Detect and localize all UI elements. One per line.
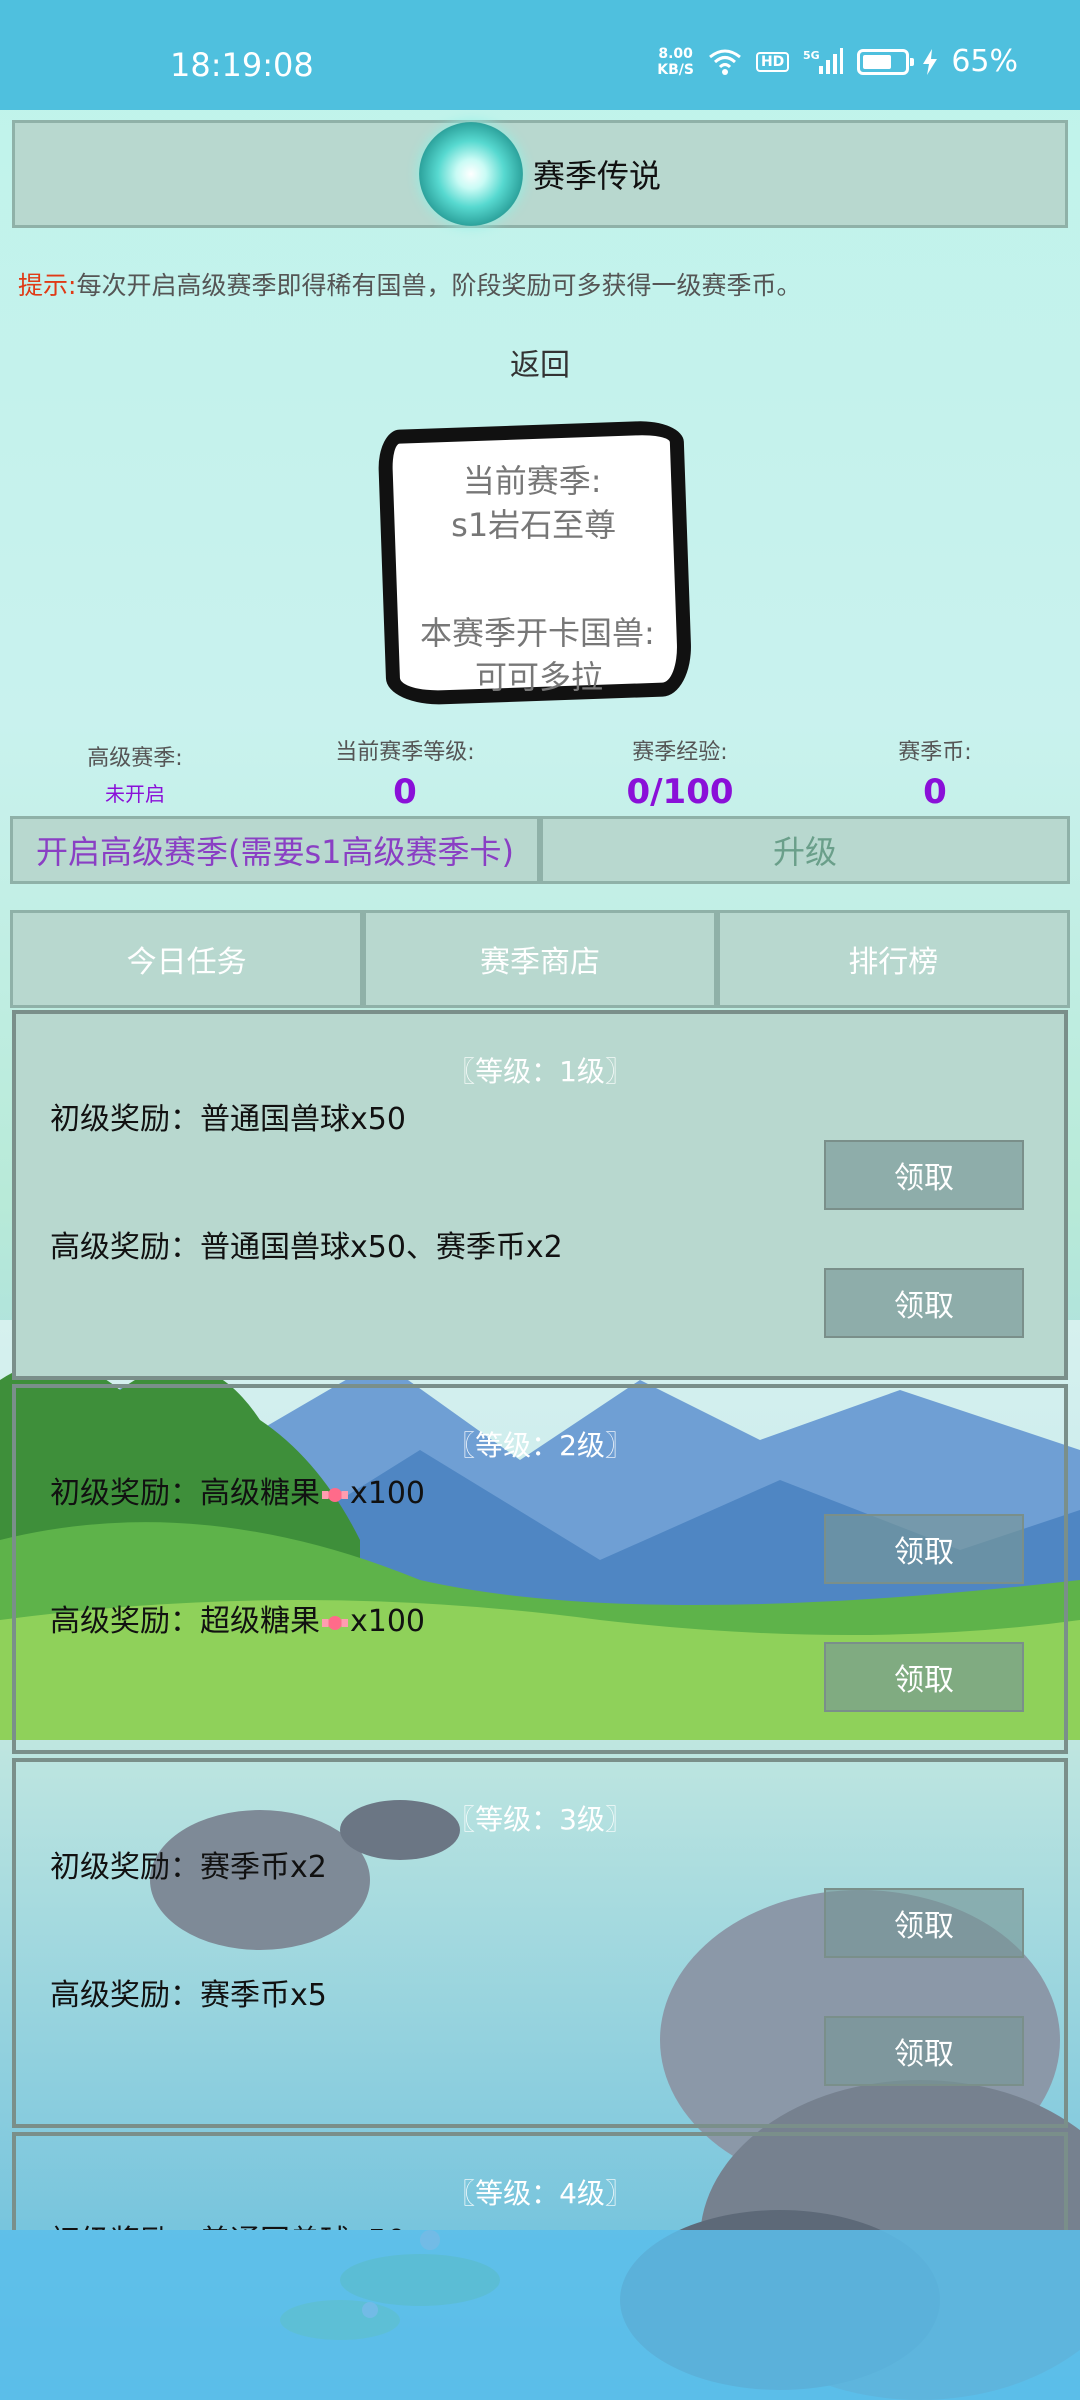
battery-icon xyxy=(857,48,915,75)
claim-basic-button[interactable]: 领取 xyxy=(824,1140,1024,1210)
claim-basic-button[interactable]: 领取 xyxy=(824,1888,1024,1958)
level-title: 〖等级：3级〗 xyxy=(447,1803,633,1836)
premium-reward: 高级奖励：赛季币x5 xyxy=(50,1978,327,2013)
current-season-value: s1岩石至尊 xyxy=(451,506,617,545)
wifi-icon xyxy=(708,49,742,75)
status-icons: 8.00 KB/S HD 5G 65% xyxy=(657,44,1018,79)
claim-basic-button[interactable]: 领取 xyxy=(824,1514,1024,1584)
level-block-3: 〖等级：3级〗 初级奖励：赛季币x2 领取 高级奖励：赛季币x5 领取 xyxy=(12,1758,1068,2128)
stat-level-value: 0 xyxy=(393,772,417,812)
signal-icon: 5G xyxy=(803,47,844,76)
basic-reward: 初级奖励：普通国兽球x50 xyxy=(50,2216,406,2230)
level-block-1: 〖等级：1级〗 初级奖励：普通国兽球x50 领取 高级奖励：普通国兽球x50、赛… xyxy=(12,1010,1068,1380)
level-title: 〖等级：1级〗 xyxy=(447,1055,633,1088)
stat-season-level: 当前赛季等级: 0 xyxy=(290,734,520,812)
level-block-4: 〖等级：4级〗 初级奖励：普通国兽球x50 xyxy=(12,2132,1068,2230)
page-title: 赛季传说 xyxy=(532,157,661,195)
premium-reward-text: 高级奖励：超级糖果 xyxy=(50,1604,320,1639)
charging-icon xyxy=(923,48,938,75)
tab-daily-tasks[interactable]: 今日任务 xyxy=(10,910,364,1008)
network-speed: 8.00 KB/S xyxy=(657,46,694,78)
tab-leaderboard[interactable]: 排行榜 xyxy=(716,910,1070,1008)
premium-reward: 高级奖励：超级糖果 x100 xyxy=(50,1596,425,1640)
stat-coins-label: 赛季币: xyxy=(898,740,972,765)
page-header: 赛季传说 xyxy=(12,120,1068,228)
premium-reward: 高级奖励：普通国兽球x50、赛季币x2 xyxy=(50,1230,563,1265)
season-beast-label: 本赛季开卡国兽: xyxy=(420,613,655,652)
stat-season-exp: 赛季经验: 0/100 xyxy=(580,734,780,812)
battery-percent: 65% xyxy=(951,44,1018,79)
season-info-card: 当前赛季: s1岩石至尊 本赛季开卡国兽: 可可多拉 xyxy=(377,419,693,707)
tip-text: 提示:每次开启高级赛季即得稀有国兽，阶段奖励可多获得一级赛季币。 xyxy=(18,266,801,302)
claim-premium-button[interactable]: 领取 xyxy=(824,1268,1024,1338)
basic-reward-text: 初级奖励：高级糖果 xyxy=(50,1476,320,1511)
network-speed-unit: KB/S xyxy=(657,61,694,78)
hd-icon: HD xyxy=(755,51,790,72)
stat-level-label: 当前赛季等级: xyxy=(335,740,475,765)
level-block-2: 〖等级：2级〗 初级奖励：高级糖果 x100 领取 高级奖励：超级糖果 x100 领… xyxy=(12,1384,1068,1754)
stat-premium-value: 未开启 xyxy=(105,782,165,806)
claim-premium-button[interactable]: 领取 xyxy=(824,1642,1024,1712)
basic-reward: 初级奖励：普通国兽球x50 xyxy=(50,1102,406,1137)
bottom-water-band xyxy=(0,2230,1080,2400)
candy-icon xyxy=(322,1486,348,1504)
stat-premium-season: 高级赛季: 未开启 xyxy=(60,740,210,807)
svg-text:5G: 5G xyxy=(803,49,820,62)
network-speed-value: 8.00 xyxy=(658,45,693,62)
upgrade-button[interactable]: 升级 xyxy=(540,816,1070,884)
open-premium-season-button[interactable]: 开启高级赛季(需要s1高级赛季卡) xyxy=(10,816,540,884)
status-time: 18:19:08 xyxy=(170,46,314,84)
season-beast-value: 可可多拉 xyxy=(474,657,603,696)
tip-label: 提示: xyxy=(18,271,77,300)
tab-season-shop[interactable]: 赛季商店 xyxy=(363,910,717,1008)
stat-exp-label: 赛季经验: xyxy=(632,740,728,765)
season-emblem-icon xyxy=(418,122,523,226)
status-bar: 18:19:08 8.00 KB/S HD 5G 65% xyxy=(0,0,1080,110)
stat-exp-value: 0/100 xyxy=(626,772,734,812)
claim-premium-button[interactable]: 领取 xyxy=(824,2016,1024,2086)
basic-reward-qty: x100 xyxy=(350,1476,426,1511)
candy-icon xyxy=(322,1614,348,1632)
level-title: 〖等级：2级〗 xyxy=(447,1429,633,1462)
stat-season-coins: 赛季币: 0 xyxy=(860,734,1010,812)
tab-bar: 今日任务 赛季商店 排行榜 xyxy=(10,910,1070,1008)
tip-content: 每次开启高级赛季即得稀有国兽，阶段奖励可多获得一级赛季币。 xyxy=(76,271,802,300)
premium-reward-qty: x100 xyxy=(350,1604,426,1639)
back-link[interactable]: 返回 xyxy=(0,340,1080,384)
basic-reward: 初级奖励：赛季币x2 xyxy=(50,1850,327,1885)
level-title: 〖等级：4级〗 xyxy=(447,2177,633,2210)
stat-premium-label: 高级赛季: xyxy=(87,746,183,771)
basic-reward: 初级奖励：高级糖果 x100 xyxy=(50,1468,425,1512)
stat-coins-value: 0 xyxy=(923,772,947,812)
current-season-label: 当前赛季: xyxy=(462,462,602,501)
